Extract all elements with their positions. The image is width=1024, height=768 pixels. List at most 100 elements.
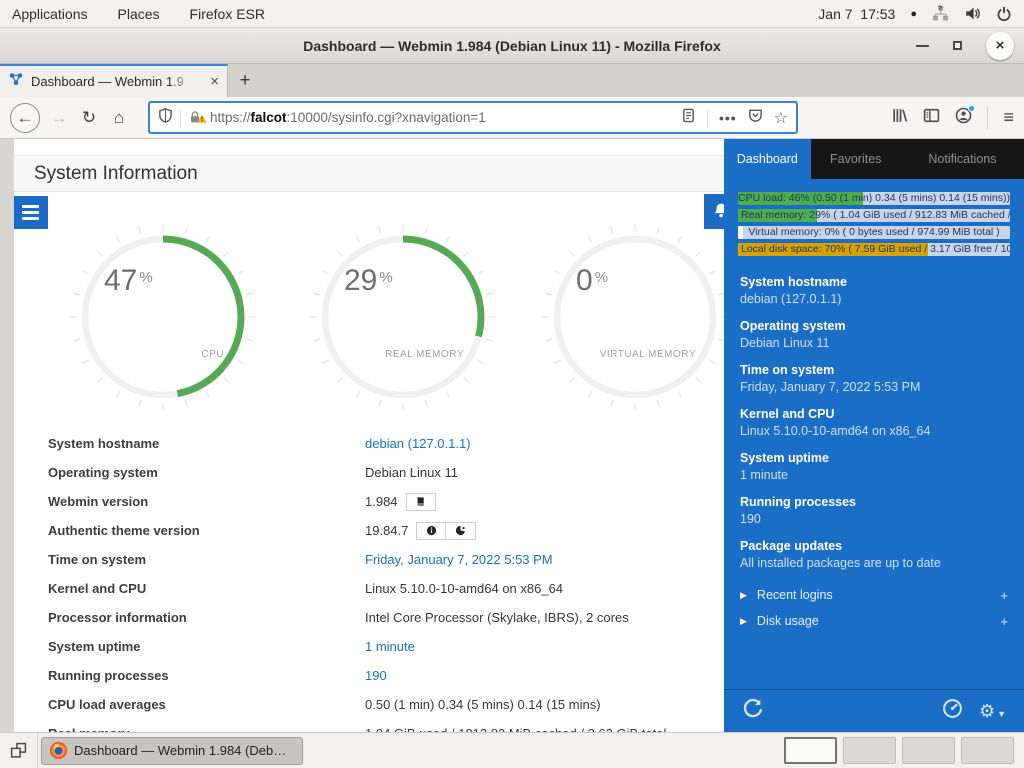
caret-right-icon: ▶ (740, 590, 747, 601)
table-row: Operating systemDebian Linux 11 (34, 458, 724, 487)
recent-logins-toggle[interactable]: ▶ Recent logins + (724, 582, 1024, 608)
theme-info-button[interactable] (416, 522, 446, 540)
list-item: Running processes190 (740, 494, 1008, 528)
volume-icon[interactable] (964, 5, 981, 22)
firefox-esr-menu[interactable]: Firefox ESR (190, 6, 265, 22)
table-row: CPU load averages0.50 (1 min) 0.34 (5 mi… (34, 690, 724, 719)
minimize-button[interactable] (916, 45, 929, 47)
workspace-4[interactable] (961, 737, 1014, 764)
webmin-favicon-icon (8, 71, 24, 92)
firefox-titlebar[interactable]: Dashboard — Webmin 1.984 (Debian Linux 1… (0, 28, 1024, 64)
bookmark-star-icon[interactable]: ☆ (774, 108, 788, 128)
refresh-icon[interactable] (742, 698, 764, 725)
pocket-icon[interactable] (748, 108, 763, 128)
system-info-table: System hostnamedebian (127.0.1.1) Operat… (34, 429, 724, 732)
bell-icon (713, 202, 724, 222)
browser-tab-dashboard[interactable]: Dashboard — Webmin 1.984 (Debian Linux 1… (0, 64, 228, 97)
workspace-3[interactable] (902, 737, 955, 764)
gauge-real-memory-value: 29% (344, 264, 393, 298)
theme-palette-button[interactable] (446, 522, 476, 540)
maximize-button[interactable] (953, 41, 962, 50)
sidebar-tabs: Dashboard Favorites Notifications (724, 139, 1024, 179)
tab-favorites[interactable]: Favorites (811, 139, 901, 179)
url-bar[interactable]: https://falcot:10000/sysinfo.cgi?xnaviga… (148, 101, 798, 134)
sidebar-collapsibles: ▶ Recent logins + ▶ Disk usage + (724, 582, 1024, 634)
tab-notifications[interactable]: Notifications (901, 139, 1024, 179)
list-item: Operating systemDebian Linux 11 (740, 318, 1008, 352)
status-dot-icon[interactable]: ● (910, 8, 917, 20)
expand-plus-icon[interactable]: + (1000, 614, 1008, 629)
back-button[interactable]: ← (10, 103, 40, 133)
workspace-2[interactable] (843, 737, 896, 764)
webmin-content: System Information 47% CPU (14, 139, 724, 732)
system-uptime-link[interactable]: 1 minute (365, 639, 415, 654)
table-row: Real memory1.04 GiB used / 1012.83 MiB c… (34, 719, 724, 732)
screen: Applications Places Firefox ESR Jan 7 17… (0, 0, 1024, 768)
security-warning-icon (197, 110, 207, 128)
reader-mode-icon[interactable] (681, 108, 696, 128)
table-row: System hostnamedebian (127.0.1.1) (34, 429, 724, 458)
list-item: System uptime1 minute (740, 450, 1008, 484)
gauge-virtual-memory-label: VIRTUAL MEMORY (600, 349, 696, 360)
new-tab-button[interactable]: + (228, 64, 262, 97)
sidebar-info-list: System hostnamedebian (127.0.1.1) Operat… (740, 274, 1008, 572)
table-row: Time on systemFriday, January 7, 2022 5:… (34, 545, 724, 574)
gauge-cpu: 47% CPU (68, 222, 258, 412)
menu-hamburger-icon[interactable]: ≡ (1003, 107, 1014, 128)
webmin-changelog-button[interactable] (406, 493, 436, 511)
page-actions-icon[interactable]: ••• (719, 110, 737, 126)
sidebar-toggle-icon[interactable] (923, 107, 940, 129)
gauge-virtual-memory: 0% VIRTUAL MEMORY (540, 222, 724, 412)
time-on-system-link[interactable]: Friday, January 7, 2022 5:53 PM (365, 552, 553, 567)
clock[interactable]: Jan 7 17:53 (818, 6, 895, 22)
places-menu[interactable]: Places (118, 6, 160, 22)
sidebar-hamburger-button[interactable] (14, 196, 48, 229)
close-button[interactable]: × (986, 32, 1014, 60)
virtual-memory-bar[interactable]: Virtual memory: 0% ( 0 bytes used / 974.… (738, 226, 1010, 239)
speedometer-icon[interactable] (942, 698, 963, 724)
gauge-cpu-label: CPU (201, 349, 224, 360)
network-status-icon[interactable]: ? (932, 5, 949, 22)
toolbar-separator (987, 107, 988, 129)
gauge-real-memory-label: REAL MEMORY (385, 349, 464, 360)
forward-button[interactable]: → (44, 103, 74, 133)
navigation-toolbar: ← → ↻ ⌂ https://falcot:10000/sysinfo.cgi… (0, 97, 1024, 139)
workspace-1[interactable] (784, 737, 837, 764)
urlbar-divider (180, 109, 181, 127)
account-notification-dot (968, 105, 975, 112)
show-desktop-button[interactable] (0, 733, 38, 768)
table-row: Authentic theme version19.84.7 (34, 516, 724, 545)
settings-gear-icon[interactable]: ⚙▼ (979, 701, 1006, 722)
table-row: System uptime1 minute (34, 632, 724, 661)
disk-space-bar[interactable]: Local disk space: 70% ( 7.59 GiB used / … (738, 243, 1010, 256)
gauge-virtual-memory-value: 0% (576, 264, 608, 298)
library-icon[interactable] (891, 107, 908, 129)
tab-dashboard[interactable]: Dashboard (724, 139, 811, 179)
tab-title-fade (169, 66, 199, 97)
real-memory-bar[interactable]: Real memory: 29% ( 1.04 GiB used / 912.8… (738, 209, 1010, 222)
power-icon[interactable] (996, 6, 1012, 22)
insecure-lock-icon[interactable] (188, 110, 203, 125)
sidebar-footer: ⚙▼ (724, 689, 1024, 732)
table-row: Kernel and CPULinux 5.10.0-10-amd64 on x… (34, 574, 724, 603)
applications-menu[interactable]: Applications (12, 6, 88, 22)
webmin-sidebar: Dashboard Favorites Notifications CPU lo… (724, 139, 1024, 732)
tab-bar: Dashboard — Webmin 1.984 (Debian Linux 1… (0, 64, 1024, 97)
disk-usage-toggle[interactable]: ▶ Disk usage + (724, 608, 1024, 634)
tab-close-icon[interactable]: × (210, 73, 219, 90)
home-button[interactable]: ⌂ (104, 103, 134, 133)
svg-text:?: ? (938, 6, 942, 13)
tracking-shield-icon[interactable] (158, 108, 173, 128)
url-text[interactable]: https://falcot:10000/sysinfo.cgi?xnaviga… (210, 110, 674, 125)
expand-plus-icon[interactable]: + (1000, 588, 1008, 603)
hostname-link[interactable]: debian (127.0.1.1) (365, 436, 471, 451)
table-row: Processor informationIntel Core Processo… (34, 603, 724, 632)
reload-button[interactable]: ↻ (74, 103, 104, 133)
taskbar-window-button[interactable]: Dashboard — Webmin 1.984 (Deb… (41, 737, 303, 765)
resource-bars: CPU load: 46% (0.50 (1 min) 0.34 (5 mins… (738, 192, 1010, 256)
account-icon[interactable] (955, 107, 972, 129)
running-processes-link[interactable]: 190 (365, 668, 387, 683)
firefox-icon (50, 742, 67, 759)
cpu-load-bar[interactable]: CPU load: 46% (0.50 (1 min) 0.34 (5 mins… (738, 192, 1010, 205)
list-item: Time on systemFriday, January 7, 2022 5:… (740, 362, 1008, 396)
